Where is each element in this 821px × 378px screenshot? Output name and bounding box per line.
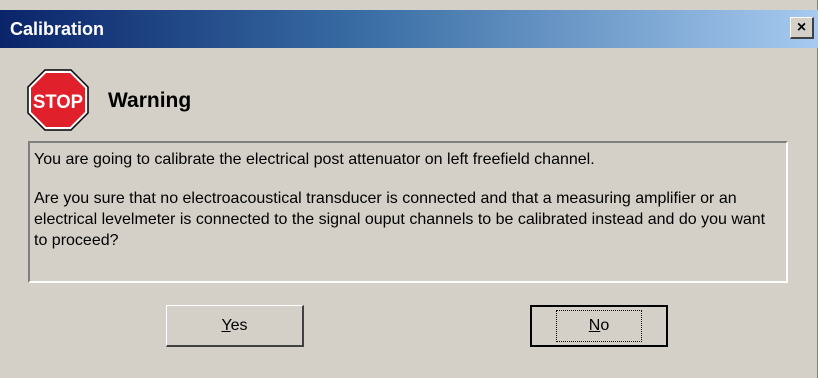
stop-icon-text: STOP <box>33 92 83 113</box>
yes-button-label: Yes <box>221 316 248 334</box>
stop-icon: STOP <box>27 69 89 131</box>
window-title: Calibration <box>10 19 105 39</box>
no-button[interactable]: No <box>530 305 668 347</box>
message-box: You are going to calibrate the electrica… <box>28 141 788 283</box>
close-icon: × <box>796 18 807 36</box>
calibration-dialog: Calibration × STOP Warning You are going… <box>0 0 818 378</box>
message-line-1: You are going to calibrate the electrica… <box>34 151 595 168</box>
close-button[interactable]: × <box>790 17 814 39</box>
yes-button[interactable]: Yes <box>166 305 304 347</box>
title-bar[interactable]: Calibration × <box>0 10 818 48</box>
message-line-2: Are you sure that no electroacoustical t… <box>34 190 766 249</box>
warning-heading: Warning <box>108 89 192 112</box>
no-button-label: No <box>555 310 643 342</box>
